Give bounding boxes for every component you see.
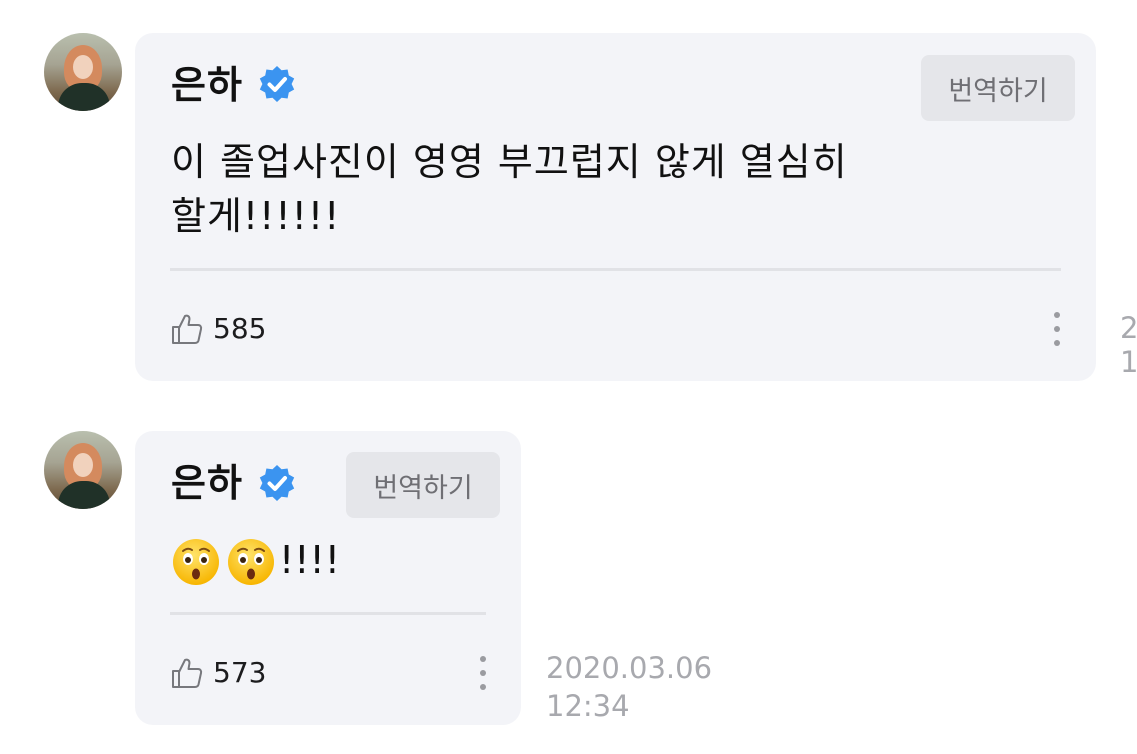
thumbs-up-icon[interactable] — [170, 656, 204, 690]
like-count: 585 — [213, 312, 267, 345]
more-vertical-icon[interactable] — [478, 656, 488, 690]
author-name[interactable]: 은하 — [171, 63, 243, 107]
translate-button[interactable]: 번역하기 — [921, 55, 1075, 121]
divider — [170, 612, 486, 615]
thumbs-up-icon[interactable] — [170, 312, 204, 346]
comment-text: !!!! — [279, 538, 340, 582]
timestamp: 1 — [1120, 345, 1137, 379]
more-vertical-icon[interactable] — [1052, 312, 1062, 346]
like-count: 573 — [213, 656, 267, 689]
avatar[interactable] — [44, 33, 122, 111]
verified-badge-icon — [259, 66, 295, 102]
timestamp: 12:34 — [546, 689, 630, 723]
author-name[interactable]: 은하 — [171, 461, 243, 505]
hushed-face-emoji — [173, 539, 219, 585]
avatar[interactable] — [44, 431, 122, 509]
comment-text-line: 이 졸업사진이 영영 부끄럽지 않게 열심히 — [171, 140, 848, 184]
translate-button[interactable]: 번역하기 — [346, 452, 500, 518]
verified-badge-icon — [259, 465, 295, 501]
divider — [170, 268, 1061, 271]
timestamp: 2 — [1120, 311, 1137, 345]
comment-text-line: 할게!!!!!! — [171, 194, 341, 238]
hushed-face-emoji — [228, 539, 274, 585]
timestamp: 2020.03.06 — [546, 651, 713, 685]
